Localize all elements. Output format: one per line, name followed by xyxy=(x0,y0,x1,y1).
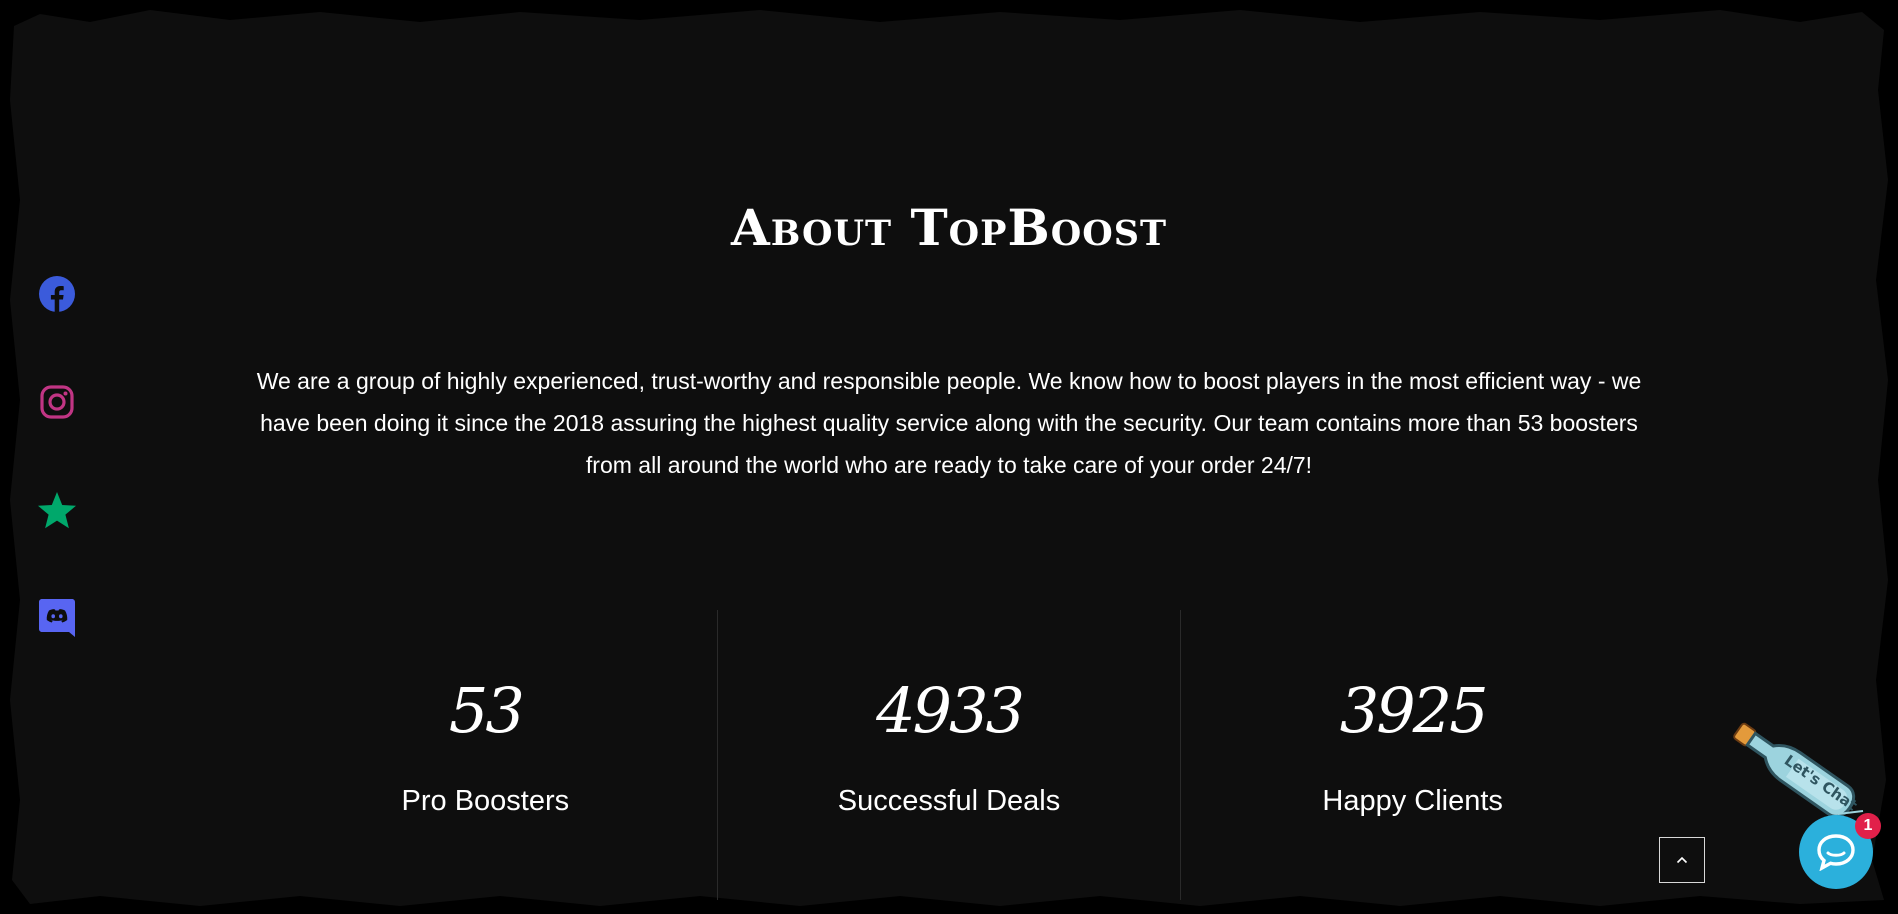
stat-successful-deals: 4933 Successful Deals xyxy=(716,610,1181,900)
about-description: We are a group of highly experienced, tr… xyxy=(256,368,1642,478)
instagram-icon xyxy=(40,385,74,419)
page: About TopBoost We are a group of highly … xyxy=(0,0,1898,914)
facebook-link[interactable] xyxy=(34,271,80,317)
chat-bubble-icon xyxy=(1817,834,1855,871)
page-title: About TopBoost xyxy=(730,198,1168,257)
lets-chat-bottle[interactable]: Let's Chat xyxy=(1718,718,1868,826)
stat-value: 3925 xyxy=(1339,674,1489,747)
discord-link[interactable] xyxy=(34,595,80,641)
stat-value: 4933 xyxy=(876,674,1025,747)
instagram-link[interactable] xyxy=(34,379,80,425)
chevron-up-icon xyxy=(1676,856,1688,864)
scroll-to-top-button[interactable] xyxy=(1659,837,1705,883)
trustpilot-star-link[interactable] xyxy=(34,488,80,534)
stat-pro-boosters: 53 Pro Boosters xyxy=(254,610,717,900)
chat-notification-badge: 1 xyxy=(1855,813,1881,839)
stat-label: Pro Boosters xyxy=(401,785,570,817)
stat-value: 53 xyxy=(448,674,525,747)
star-icon xyxy=(38,492,76,529)
stats-row: 53 Pro Boosters 4933 Successful Deals 39… xyxy=(254,610,1644,900)
message-bottle-icon: Let's Chat xyxy=(1733,722,1864,818)
stat-label: Happy Clients xyxy=(1322,785,1503,817)
stat-label: Successful Deals xyxy=(837,785,1061,817)
stat-happy-clients: 3925 Happy Clients xyxy=(1180,610,1644,900)
discord-icon xyxy=(39,599,75,637)
facebook-icon xyxy=(39,276,75,312)
